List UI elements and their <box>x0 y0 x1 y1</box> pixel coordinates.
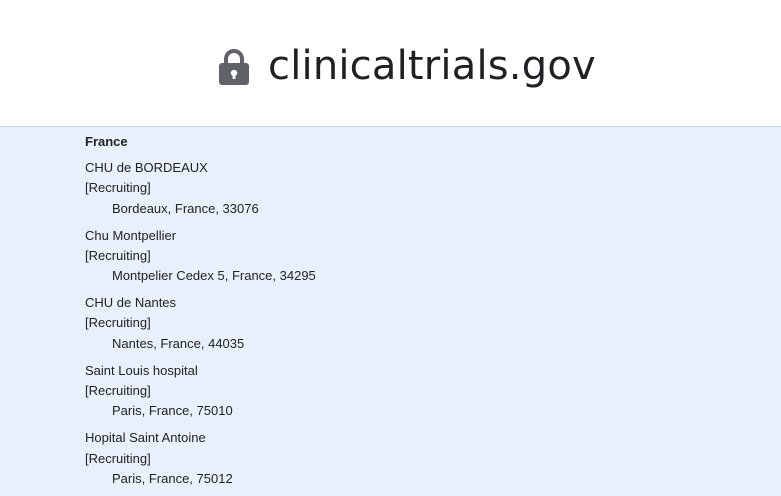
locations-list: France CHU de BORDEAUX [Recruiting] Bord… <box>85 132 775 496</box>
site-status: [Recruiting] <box>85 180 151 196</box>
site-address: Montpelier Cedex 5, France, 34295 <box>112 268 316 284</box>
site-item: Chu Montpellier [Recruiting] Montpelier … <box>85 226 775 294</box>
country-heading: France <box>85 134 128 149</box>
site-address: Bordeaux, France, 33076 <box>112 200 259 216</box>
site-item: Hopital Saint Antoine [Recruiting] Paris… <box>85 428 775 496</box>
site-item: CHU de BORDEAUX [Recruiting] Bordeaux, F… <box>85 158 775 226</box>
address-bar[interactable]: clinicaltrials.gov <box>0 0 781 127</box>
site-item: Saint Louis hospital [Recruiting] Paris,… <box>85 361 775 429</box>
site-name: Saint Louis hospital <box>85 362 198 378</box>
site-name: CHU de Nantes <box>85 295 177 311</box>
url-display[interactable]: clinicaltrials.gov <box>218 40 596 92</box>
site-name: Chu Montpellier <box>85 227 177 243</box>
site-status: [Recruiting] <box>85 383 151 399</box>
site-name: Hopital Saint Antoine <box>85 430 206 446</box>
site-status: [Recruiting] <box>85 315 151 331</box>
lock-icon[interactable] <box>218 46 250 86</box>
site-status: [Recruiting] <box>85 450 151 466</box>
site-status: [Recruiting] <box>85 247 151 263</box>
site-name: CHU de BORDEAUX <box>85 160 208 175</box>
site-address: Paris, France, 75010 <box>112 403 233 419</box>
site-address: Nantes, France, 44035 <box>112 335 245 351</box>
url-text[interactable]: clinicaltrials.gov <box>268 40 596 92</box>
site-address: Paris, France, 75012 <box>112 470 233 486</box>
site-item: CHU de Nantes [Recruiting] Nantes, Franc… <box>85 293 775 361</box>
